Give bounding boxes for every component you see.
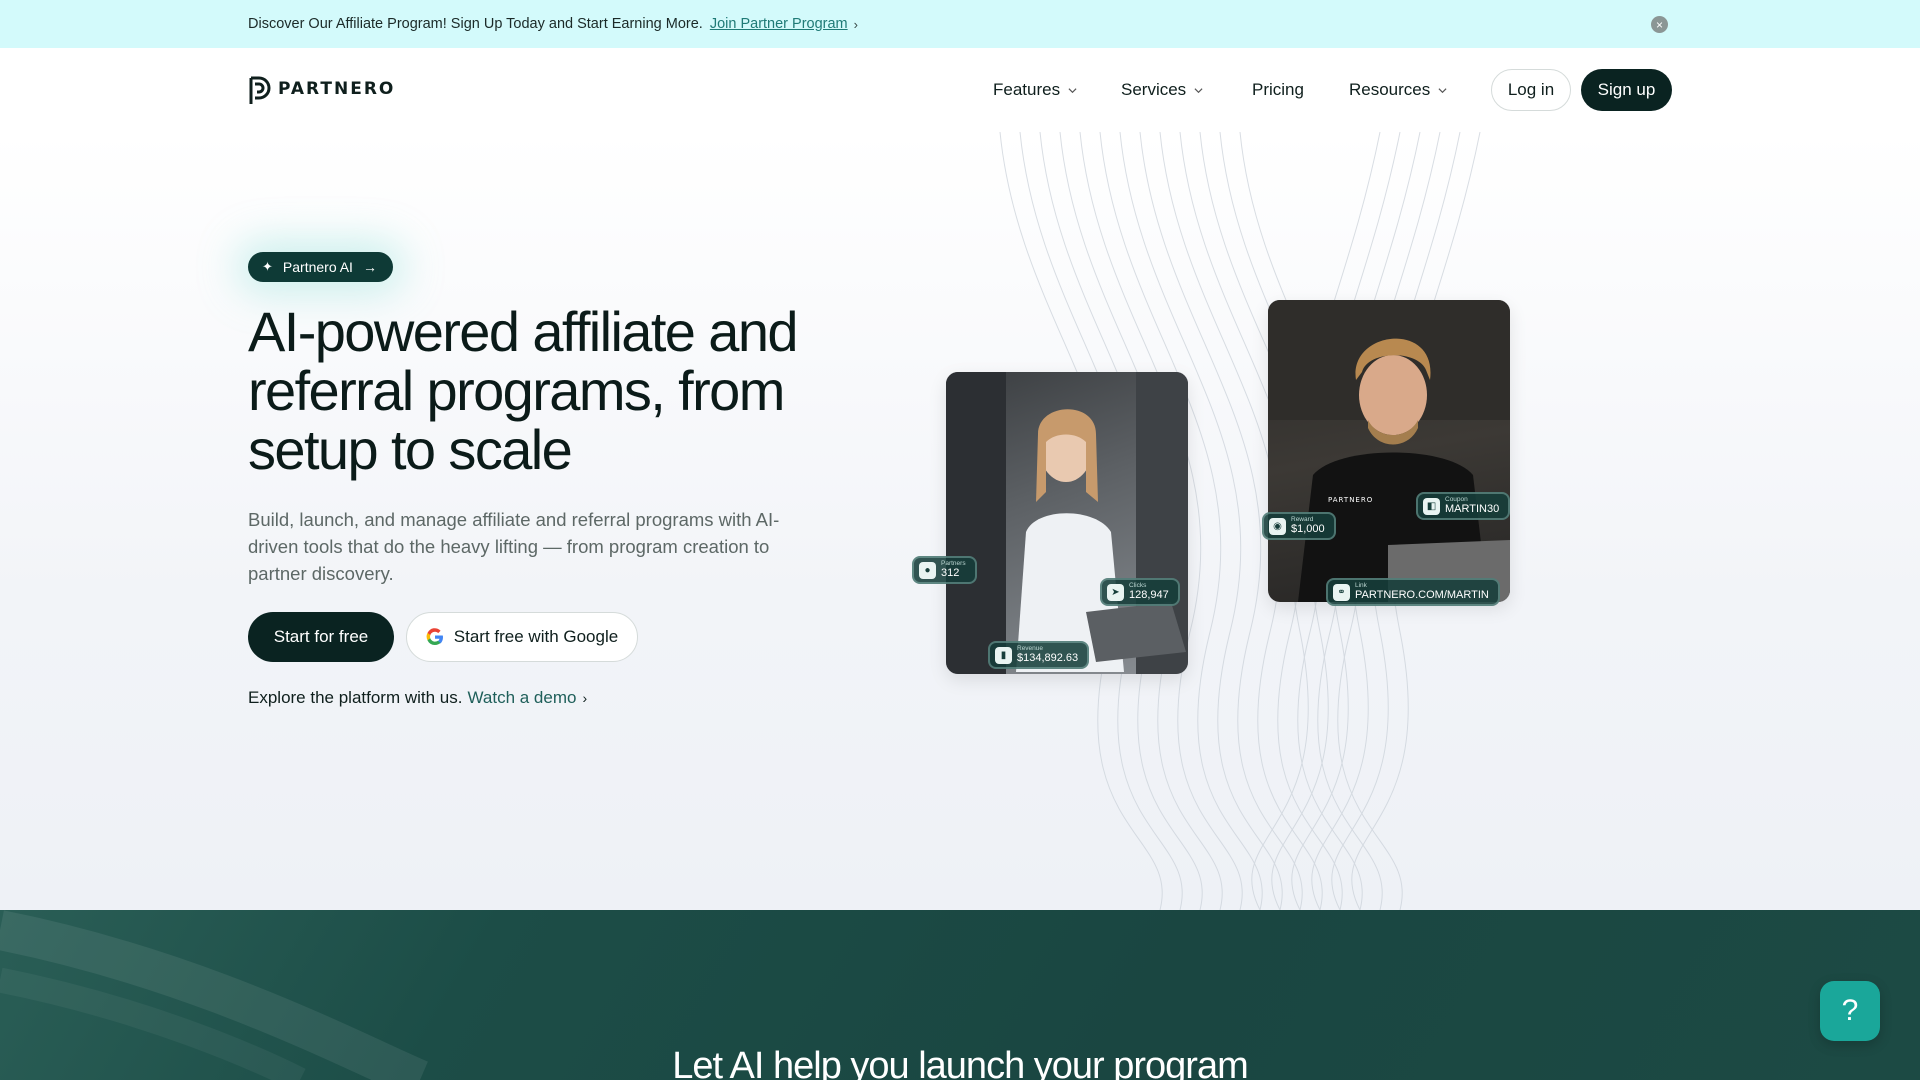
ai-launch-section: Let AI help you launch your program [0, 910, 1920, 1080]
partnero-ai-pill[interactable]: ✦ Partnero AI → [248, 252, 393, 282]
woman-with-laptop-photo [946, 372, 1188, 674]
revenue-chip: ▮ Revenue $134,892.63 [988, 641, 1090, 669]
ai-pill-label: Partnero AI [282, 259, 353, 275]
revenue-value: $134,892.63 [1017, 652, 1079, 665]
nav-features-label: Features [993, 80, 1061, 99]
reward-value: $1,000 [1291, 523, 1325, 536]
explore-text: Explore the platform with us. [248, 688, 463, 707]
clicks-chip: ➤ Clicks 128,947 [1100, 578, 1180, 606]
bar-chart-icon: ▮ [995, 646, 1012, 664]
nav-services-label: Services [1121, 80, 1187, 99]
site-header: PARTNERO Features Services Pricing Resou… [0, 48, 1920, 132]
logo-text: PARTNERO [278, 79, 396, 99]
close-icon[interactable]: × [1651, 16, 1668, 33]
arrow-right-icon: → [362, 259, 377, 275]
partnero-logo-icon [249, 76, 271, 104]
woman-illustration [946, 372, 1188, 674]
announcement-content: Discover Our Affiliate Program! Sign Up … [248, 0, 858, 48]
hero-section: ✦ Partnero AI → AI-powered affiliate and… [0, 132, 1920, 910]
nav-pricing-label: Pricing [1252, 80, 1304, 99]
signup-button[interactable]: Sign up [1581, 69, 1672, 111]
sparkle-icon: ✦ [262, 259, 273, 274]
start-for-free-button[interactable]: Start for free [248, 612, 394, 662]
shirt-logo-text: PARTNERO [1328, 496, 1374, 504]
clicks-value: 128,947 [1129, 589, 1169, 602]
watch-demo-link[interactable]: Watch a demo [467, 688, 576, 708]
section-title: Let AI help you launch your program [672, 1045, 1249, 1080]
google-button-label: Start free with Google [453, 627, 619, 646]
link-value: PARTNERO.COM/MARTIN [1355, 589, 1489, 602]
google-icon [426, 628, 443, 646]
nav-resources-label: Resources [1349, 80, 1431, 99]
chevron-down-icon [1438, 87, 1447, 93]
logo[interactable]: PARTNERO [248, 72, 395, 106]
man-with-laptop-photo: PARTNERO [1268, 300, 1510, 602]
join-partner-program-link[interactable]: Join Partner Program [710, 16, 848, 32]
partners-value: 312 [941, 567, 960, 580]
cursor-icon: ➤ [1107, 583, 1124, 601]
nav-resources[interactable]: Resources [1349, 80, 1447, 100]
chevron-right-icon: › [853, 16, 858, 32]
announcement-text: Discover Our Affiliate Program! Sign Up … [248, 16, 703, 32]
coupon-icon: ◧ [1423, 497, 1440, 515]
login-button[interactable]: Log in [1491, 69, 1571, 111]
help-button[interactable]: ? [1820, 981, 1880, 1041]
partners-chip: ● Partners 312 [912, 556, 977, 584]
link-icon: ⚭ [1333, 583, 1350, 601]
announcement-bar: Discover Our Affiliate Program! Sign Up … [0, 0, 1920, 48]
hero-title: AI-powered affiliate and referral progra… [248, 300, 799, 481]
reward-icon: ◉ [1269, 517, 1286, 535]
users-icon: ● [919, 561, 936, 579]
coupon-value: MARTIN30 [1445, 503, 1500, 516]
nav-pricing[interactable]: Pricing [1252, 80, 1304, 100]
explore-line: Explore the platform with us. Watch a de… [248, 688, 587, 708]
hero-subtitle: Build, launch, and manage affiliate and … [248, 509, 780, 584]
coupon-chip: ◧ Coupon MARTIN30 [1416, 492, 1511, 520]
chevron-right-icon: › [582, 690, 588, 706]
start-with-google-button[interactable]: Start free with Google [406, 612, 638, 662]
man-illustration [1268, 300, 1510, 602]
nav-services[interactable]: Services [1121, 80, 1203, 100]
nav-features[interactable]: Features [993, 80, 1077, 100]
chevron-down-icon [1068, 87, 1077, 93]
reward-chip: ◉ Reward $1,000 [1262, 512, 1336, 540]
link-chip: ⚭ Link PARTNERO.COM/MARTIN [1326, 578, 1500, 606]
chevron-down-icon [1194, 87, 1203, 93]
